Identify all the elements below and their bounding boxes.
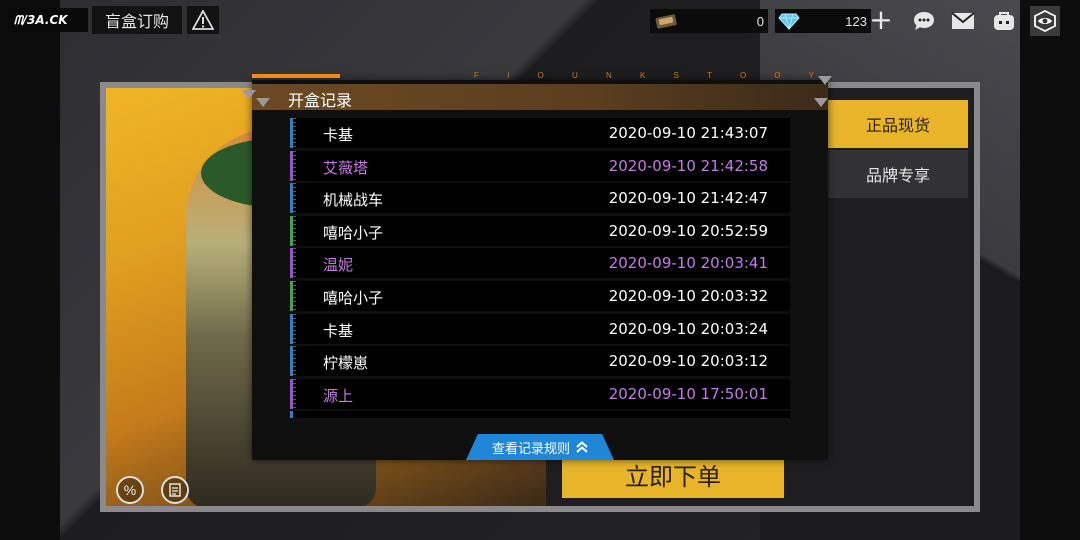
rarity-ticks [293,248,296,279]
record-row: 嘻哈小子 2020-09-10 20:03:32 [290,281,790,311]
record-row: 嘻哈小子 2020-09-10 20:52:59 [290,215,790,246]
diamond-value: 123 [845,13,867,29]
rarity-ticks [293,215,296,246]
diamond-icon [778,13,800,30]
corner-triangle-icon [818,76,832,85]
record-row: 源上 2020-09-10 17:50:01 [290,378,790,409]
record-name: 嘻哈小子 [323,289,384,307]
corner-triangle-icon [242,90,256,99]
backpack-button[interactable] [989,6,1019,36]
record-name: 机械战车 [323,191,384,210]
top-bar: ᗰ/3A.CK 盲盒订购 0 123 + [0,0,1080,40]
view-rules-button[interactable]: 查看记录规则 [466,434,614,460]
chat-icon [914,12,934,30]
app-logo[interactable]: ᗰ/3A.CK [8,8,88,32]
record-name: 源上 [323,386,354,405]
coin-counter: 0 [650,9,768,33]
logo-text: ᗰ/3A.CK [14,12,68,27]
corner-triangle-icon [256,98,270,107]
letterbox-right [1020,0,1080,540]
mail-icon [951,12,975,29]
rarity-ticks [293,346,296,377]
chat-button[interactable] [909,6,939,36]
record-name: 嘻哈小子 [323,223,384,242]
coin-value: 0 [756,13,764,29]
record-time: 2020-09-10 21:42:58 [608,156,768,175]
eye-icon [1034,9,1056,33]
record-row: 温妮 2020-09-10 20:03:41 [290,248,790,279]
view-button[interactable] [1030,6,1060,36]
coin-icon [655,14,677,29]
warning-icon [192,10,214,30]
dialog-title: 开盒记录 [288,91,353,110]
record-name: 卡基 [323,321,354,340]
record-name: 卡基 [323,126,354,144]
record-row: 卡基 2020-09-10 21:43:07 [290,118,790,148]
record-time: 2020-09-10 17:50:01 [608,384,768,403]
rarity-ticks [293,281,296,311]
record-row: 艾薇塔 2020-09-10 21:42:58 [290,150,790,181]
letterbox-left [0,0,60,540]
record-time: 2020-09-10 21:43:07 [608,124,768,142]
rarity-ticks [293,378,296,409]
backpack-icon [994,12,1014,30]
rarity-ticks [293,118,296,148]
page-title[interactable]: 盲盒订购 [92,6,182,34]
dialog-accent-tab [252,74,340,78]
record-row: 卡基 2020-09-10 20:03:24 [290,313,790,344]
rarity-ticks [293,313,296,344]
plus-icon[interactable]: + [868,6,894,34]
corner-triangle-icon [814,98,828,107]
record-time: 2020-09-10 21:42:47 [608,189,768,208]
record-name: 温妮 [323,256,354,275]
rarity-ticks [293,183,296,214]
record-row: 机械战车 2020-09-10 21:42:47 [290,183,790,214]
warning-button[interactable] [187,6,219,34]
decorative-caption: F I O U N K S T O O Y [474,71,828,80]
mail-button[interactable] [948,6,978,36]
view-rules-label: 查看记录规则 [491,441,570,457]
diamond-counter: 123 [775,9,871,33]
record-time: 2020-09-10 20:03:12 [608,352,768,371]
double-chevron-up-icon [576,441,588,453]
record-row-partial [290,411,790,418]
genuine-stock-button[interactable]: 正品现货 [828,100,968,148]
record-list[interactable]: 卡基 2020-09-10 21:43:07 艾薇塔 2020-09-10 21:42… [290,118,790,418]
record-name: 艾薇塔 [323,158,369,177]
record-row: 柠檬崽 2020-09-10 20:03:12 [290,346,790,377]
record-name: 柠檬崽 [323,354,369,373]
document-icon[interactable] [161,476,189,504]
record-time: 2020-09-10 20:03:32 [608,287,768,305]
record-dialog: F I O U N K S T O O Y 开盒记录 卡基 2020-09-10 … [242,71,832,460]
rarity-ticks [293,150,296,181]
percent-icon[interactable]: % [116,476,144,504]
record-time: 2020-09-10 20:52:59 [608,221,768,240]
rarity-bar [290,411,293,418]
record-time: 2020-09-10 20:03:24 [608,319,768,338]
record-time: 2020-09-10 20:03:41 [608,254,768,273]
brand-exclusive-button[interactable]: 品牌专享 [828,150,968,198]
